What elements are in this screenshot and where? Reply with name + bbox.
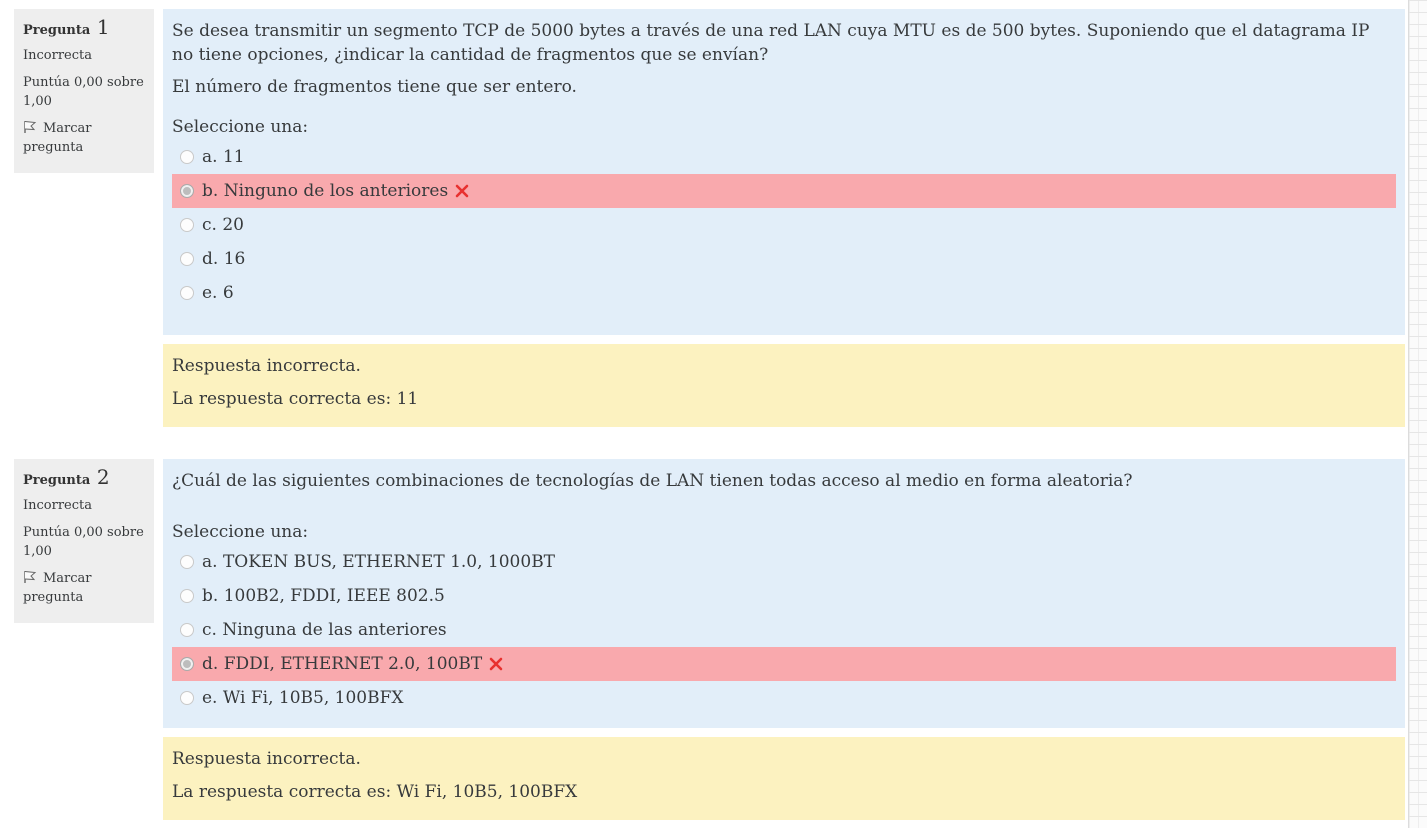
answer-option-d[interactable]: d. 16 <box>172 242 1396 276</box>
answer-option-e[interactable]: e. 6 <box>172 276 1396 310</box>
question-state: Incorrecta <box>23 48 92 63</box>
page-edge-grid <box>1408 0 1427 828</box>
radio-button[interactable] <box>180 589 194 603</box>
answer-option-label: d. FDDI, ETHERNET 2.0, 100BT <box>202 654 483 674</box>
flag-icon <box>24 571 37 583</box>
radio-button[interactable] <box>180 150 194 164</box>
question-info: Pregunta 2 Incorrecta Puntúa 0,00 sobre … <box>14 459 154 623</box>
radio-button[interactable] <box>180 252 194 266</box>
answer-option-a[interactable]: a. TOKEN BUS, ETHERNET 1.0, 1000BT <box>172 545 1396 579</box>
question-label: Pregunta <box>23 473 91 488</box>
answer-options: a. 11 b. Ninguno de los anteriores c. 20… <box>172 140 1396 310</box>
radio-button[interactable] <box>180 691 194 705</box>
answer-option-label: e. Wi Fi, 10B5, 100BFX <box>202 688 404 708</box>
answer-option-label: c. Ninguna de las anteriores <box>202 620 447 640</box>
question-feedback: Respuesta incorrecta. La respuesta corre… <box>163 344 1405 427</box>
radio-button[interactable] <box>180 286 194 300</box>
question-state: Incorrecta <box>23 498 92 513</box>
question-number: 1 <box>96 15 110 39</box>
answer-option-c[interactable]: c. 20 <box>172 208 1396 242</box>
answer-option-label: a. 11 <box>202 147 245 167</box>
answer-prompt: Seleccione una: <box>172 522 309 542</box>
feedback-text: Respuesta incorrecta. <box>172 749 361 769</box>
flag-question-link[interactable]: Marcar pregunta <box>23 119 146 157</box>
answer-option-b[interactable]: b. 100B2, FDDI, IEEE 802.5 <box>172 579 1396 613</box>
radio-button[interactable] <box>180 218 194 232</box>
question-number-line: Pregunta 1 <box>23 15 146 40</box>
question-text-paragraph: Se desea transmitir un segmento TCP de 5… <box>172 21 1370 65</box>
flag-icon <box>24 121 37 133</box>
question-formulation: Se desea transmitir un segmento TCP de 5… <box>163 9 1405 335</box>
question-note: El número de fragmentos tiene que ser en… <box>172 77 577 97</box>
question-text: Se desea transmitir un segmento TCP de 5… <box>172 19 1396 67</box>
question-formulation: ¿Cuál de las siguientes combinaciones de… <box>163 459 1405 728</box>
radio-button[interactable] <box>180 555 194 569</box>
radio-button[interactable] <box>180 184 194 198</box>
question-feedback: Respuesta incorrecta. La respuesta corre… <box>163 737 1405 820</box>
answer-option-label: d. 16 <box>202 249 246 269</box>
answer-option-label: b. 100B2, FDDI, IEEE 802.5 <box>202 586 445 606</box>
answer-options: a. TOKEN BUS, ETHERNET 1.0, 1000BT b. 10… <box>172 545 1396 715</box>
incorrect-x-icon <box>489 657 503 671</box>
correct-answer-text: La respuesta correcta es: 11 <box>172 389 419 409</box>
feedback-text: Respuesta incorrecta. <box>172 356 361 376</box>
flag-question-link[interactable]: Marcar pregunta <box>23 569 146 607</box>
answer-option-b[interactable]: b. Ninguno de los anteriores <box>172 174 1396 208</box>
radio-button[interactable] <box>180 623 194 637</box>
question-number-line: Pregunta 2 <box>23 465 146 490</box>
question-label: Pregunta <box>23 23 91 38</box>
question-text: ¿Cuál de las siguientes combinaciones de… <box>172 469 1396 493</box>
answer-option-a[interactable]: a. 11 <box>172 140 1396 174</box>
answer-option-label: b. Ninguno de los anteriores <box>202 181 449 201</box>
correct-answer-text: La respuesta correcta es: Wi Fi, 10B5, 1… <box>172 782 578 802</box>
question-text-paragraph: ¿Cuál de las siguientes combinaciones de… <box>172 471 1133 491</box>
answer-option-label: e. 6 <box>202 283 234 303</box>
answer-option-label: a. TOKEN BUS, ETHERNET 1.0, 1000BT <box>202 552 556 572</box>
answer-option-e[interactable]: e. Wi Fi, 10B5, 100BFX <box>172 681 1396 715</box>
question-number: 2 <box>96 465 110 489</box>
answer-option-label: c. 20 <box>202 215 244 235</box>
question-info: Pregunta 1 Incorrecta Puntúa 0,00 sobre … <box>14 9 154 173</box>
answer-option-d[interactable]: d. FDDI, ETHERNET 2.0, 100BT <box>172 647 1396 681</box>
answer-prompt: Seleccione una: <box>172 117 309 137</box>
question-grade: Puntúa 0,00 sobre 1,00 <box>23 75 144 109</box>
incorrect-x-icon <box>455 184 469 198</box>
radio-button[interactable] <box>180 657 194 671</box>
answer-option-c[interactable]: c. Ninguna de las anteriores <box>172 613 1396 647</box>
question-grade: Puntúa 0,00 sobre 1,00 <box>23 525 144 559</box>
